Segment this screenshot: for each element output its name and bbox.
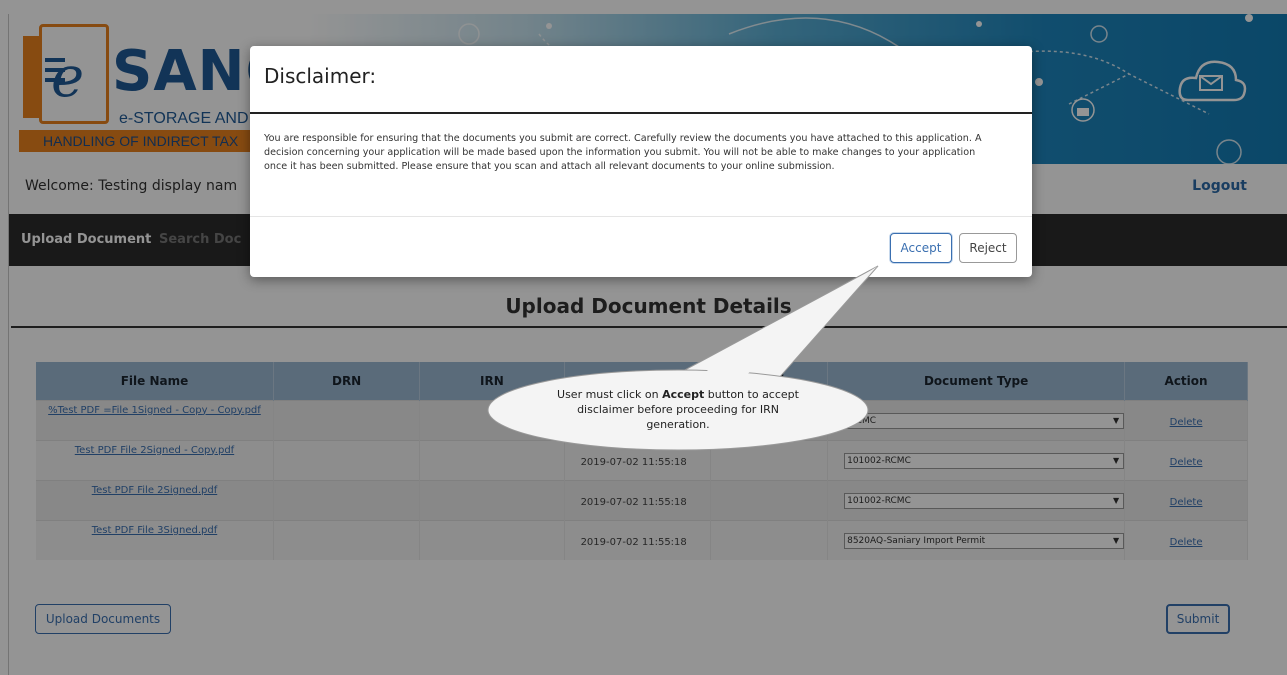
callout-bubble — [487, 265, 879, 451]
callout-text: User must click on Accept button to acce… — [548, 387, 808, 432]
callout-text-pre: User must click on — [557, 388, 663, 401]
callout-text-bold: Accept — [662, 388, 705, 401]
